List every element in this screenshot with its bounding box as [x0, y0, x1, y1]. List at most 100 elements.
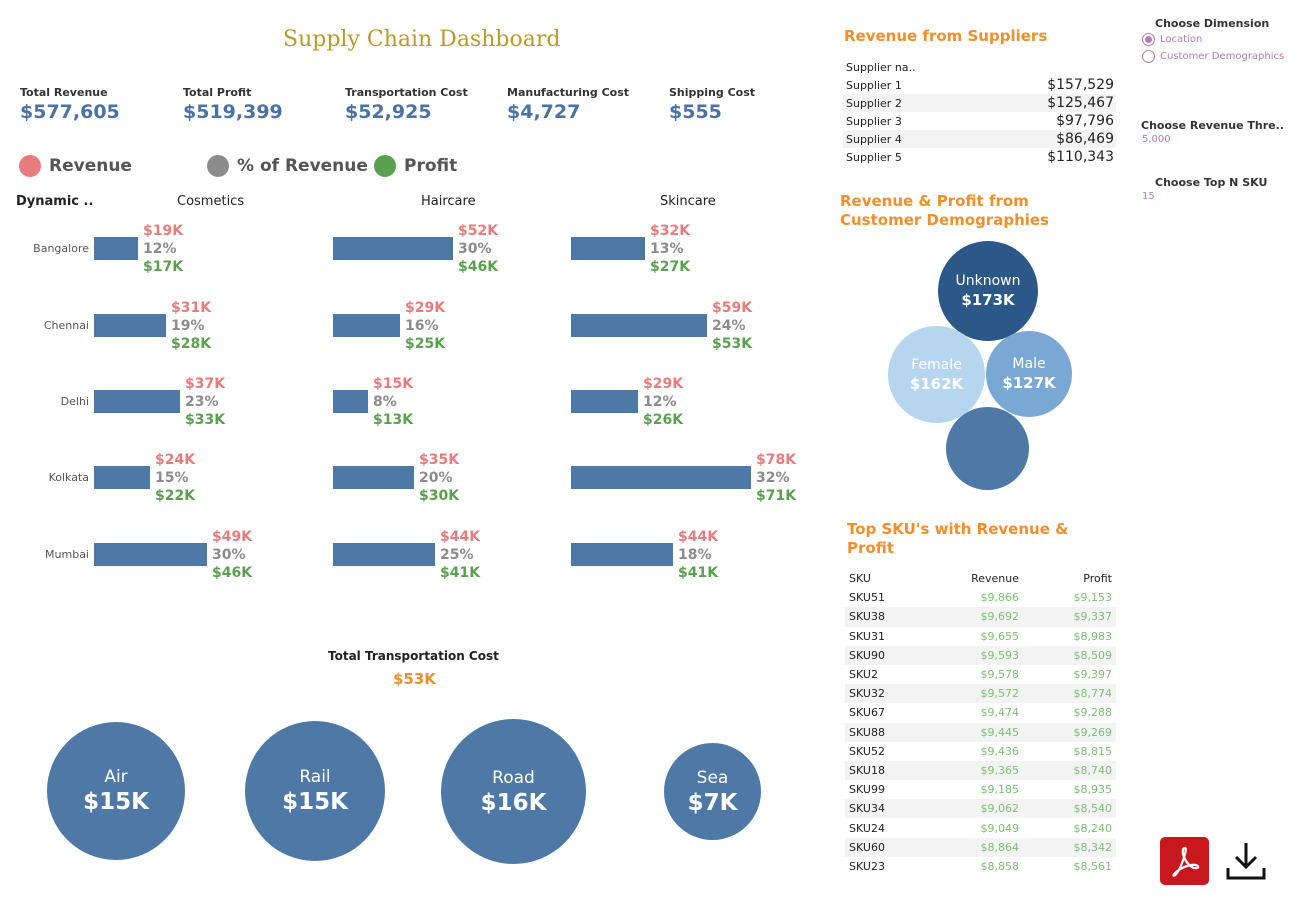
transport-circle-road[interactable]: Road $16K: [441, 719, 586, 864]
table-row[interactable]: SKU18 $9,365 $8,740: [845, 760, 1116, 781]
revenue-bar[interactable]: [94, 466, 150, 489]
profit-label: $30K: [419, 488, 460, 504]
percent-label: 16%: [405, 318, 439, 334]
threshold-value-input[interactable]: 5,000: [1142, 134, 1171, 145]
table-row[interactable]: SKU88 $9,445 $9,269: [845, 722, 1116, 742]
supplier-name: Supplier 5: [846, 150, 902, 164]
percent-label: 8%: [373, 394, 397, 410]
revenue-label: $52K: [458, 223, 499, 239]
bar-label-group: $32K 13% $27K: [650, 222, 690, 276]
revenue-label: $29K: [405, 300, 446, 316]
transport-circle-sea[interactable]: Sea $7K: [664, 743, 761, 840]
suppliers-title: Revenue from Suppliers: [844, 27, 1048, 45]
table-row[interactable]: SKU24 $9,049 $8,240: [845, 818, 1116, 837]
table-row[interactable]: SKU31 $9,655 $8,983: [845, 627, 1116, 646]
revenue-bar[interactable]: [333, 237, 453, 260]
transport-mode-name: Sea: [696, 767, 729, 788]
table-row[interactable]: SKU2 $9,578 $9,397: [845, 665, 1116, 684]
sku-header: SKU: [849, 572, 871, 586]
revenue-bar[interactable]: [94, 543, 207, 566]
transport-circle-air[interactable]: Air $15K: [47, 722, 185, 860]
table-row[interactable]: Supplier 2 $125,467: [843, 94, 1116, 112]
supplier-name: Supplier 2: [846, 96, 902, 110]
percent-label: 20%: [419, 470, 453, 486]
sku-id: SKU67: [849, 706, 885, 720]
demographic-bubble-male[interactable]: Male $127K: [986, 331, 1072, 417]
demographic-bubble-other[interactable]: [946, 407, 1029, 490]
table-row[interactable]: Supplier 3 $97,796: [843, 112, 1116, 130]
revenue-bar[interactable]: [571, 543, 673, 566]
sku-profit: $8,774: [1073, 687, 1113, 701]
revenue-bar[interactable]: [333, 390, 368, 413]
transport-mode-name: Air: [104, 767, 128, 787]
percent-label: 30%: [458, 241, 492, 257]
sku-id: SKU51: [849, 591, 885, 605]
sku-profit: $9,288: [1073, 706, 1113, 720]
demographic-bubble-female[interactable]: Female $162K: [888, 326, 985, 423]
table-row[interactable]: Supplier 5 $110,343: [843, 148, 1116, 166]
transport-circle-rail[interactable]: Rail $15K: [245, 721, 385, 861]
table-row[interactable]: SKU51 $9,866 $9,153: [845, 588, 1116, 607]
revenue-bar[interactable]: [571, 466, 751, 489]
table-row[interactable]: Supplier 1 $157,529: [843, 76, 1116, 94]
table-row[interactable]: SKU32 $9,572 $8,774: [845, 684, 1116, 704]
supplier-name: Supplier 1: [846, 78, 902, 92]
bar-label-group: $35K 20% $30K: [419, 451, 459, 505]
sku-profit: $8,240: [1073, 821, 1113, 835]
table-row[interactable]: SKU67 $9,474 $9,288: [845, 703, 1116, 722]
revenue-bar[interactable]: [333, 543, 435, 566]
download-icon: [1226, 843, 1266, 880]
sku-id: SKU34: [849, 802, 885, 816]
percent-label: 15%: [155, 470, 189, 486]
revenue-bar[interactable]: [94, 237, 138, 260]
table-row[interactable]: Supplier 4 $86,469: [843, 130, 1116, 148]
table-row[interactable]: SKU90 $9,593 $8,509: [845, 645, 1116, 665]
sku-profit: $8,342: [1073, 840, 1113, 854]
table-row[interactable]: SKU38 $9,692 $9,337: [845, 607, 1116, 627]
percent-label: 30%: [212, 547, 246, 563]
revenue-bar[interactable]: [571, 390, 638, 413]
revenue-label: $49K: [212, 529, 253, 545]
radio-customer-demographics[interactable]: Customer Demographics: [1142, 50, 1284, 63]
revenue-bar[interactable]: [333, 314, 400, 337]
supplier-name: Supplier 4: [846, 132, 902, 146]
sku-id: SKU88: [849, 725, 885, 739]
sku-profit: $8,540: [1073, 802, 1113, 816]
revenue-bar[interactable]: [571, 314, 707, 337]
transport-mode-value: $15K: [83, 789, 149, 815]
table-row[interactable]: SKU34 $9,062 $8,540: [845, 799, 1116, 819]
table-row[interactable]: SKU23 $8,858 $8,561: [845, 857, 1116, 876]
sku-revenue: $9,593: [980, 648, 1020, 662]
sku-id: SKU32: [849, 687, 885, 701]
revenue-bar[interactable]: [94, 390, 180, 413]
sku-id: SKU38: [849, 610, 885, 624]
supplier-revenue: $125,467: [1047, 95, 1114, 111]
sku-revenue: $9,436: [980, 744, 1020, 758]
revenue-label: $15K: [373, 376, 414, 392]
topn-value-input[interactable]: 15: [1142, 191, 1155, 202]
bubble-value: $127K: [1002, 374, 1056, 392]
sku-profit: $8,509: [1073, 648, 1113, 662]
bar-label-group: $19K 12% $17K: [143, 222, 183, 276]
revenue-bar[interactable]: [571, 237, 645, 260]
bar-label-group: $52K 30% $46K: [458, 222, 498, 276]
revenue-bar[interactable]: [94, 314, 166, 337]
percent-label: 12%: [143, 241, 177, 257]
radio-location[interactable]: Location: [1142, 33, 1202, 46]
profit-header: Profit: [1083, 572, 1112, 586]
table-row[interactable]: SKU99 $9,185 $8,935: [845, 780, 1116, 799]
demographic-bubble-unknown[interactable]: Unknown $173K: [938, 241, 1038, 341]
sku-profit: $8,983: [1073, 629, 1113, 643]
profit-label: $26K: [643, 412, 684, 428]
revenue-bar[interactable]: [333, 466, 414, 489]
transport-mode-name: Road: [492, 767, 535, 788]
table-row[interactable]: SKU60 $8,864 $8,342: [845, 837, 1116, 857]
profit-label: $17K: [143, 259, 184, 275]
bar-label-group: $31K 19% $28K: [171, 299, 211, 353]
threshold-control-title: Choose Revenue Thre..: [1141, 119, 1284, 132]
table-row[interactable]: SKU52 $9,436 $8,815: [845, 742, 1116, 761]
bar-label-group: $24K 15% $22K: [155, 451, 195, 505]
supplier-revenue: $157,529: [1047, 77, 1114, 93]
export-pdf-button[interactable]: [1160, 837, 1209, 885]
download-button[interactable]: [1224, 840, 1268, 884]
